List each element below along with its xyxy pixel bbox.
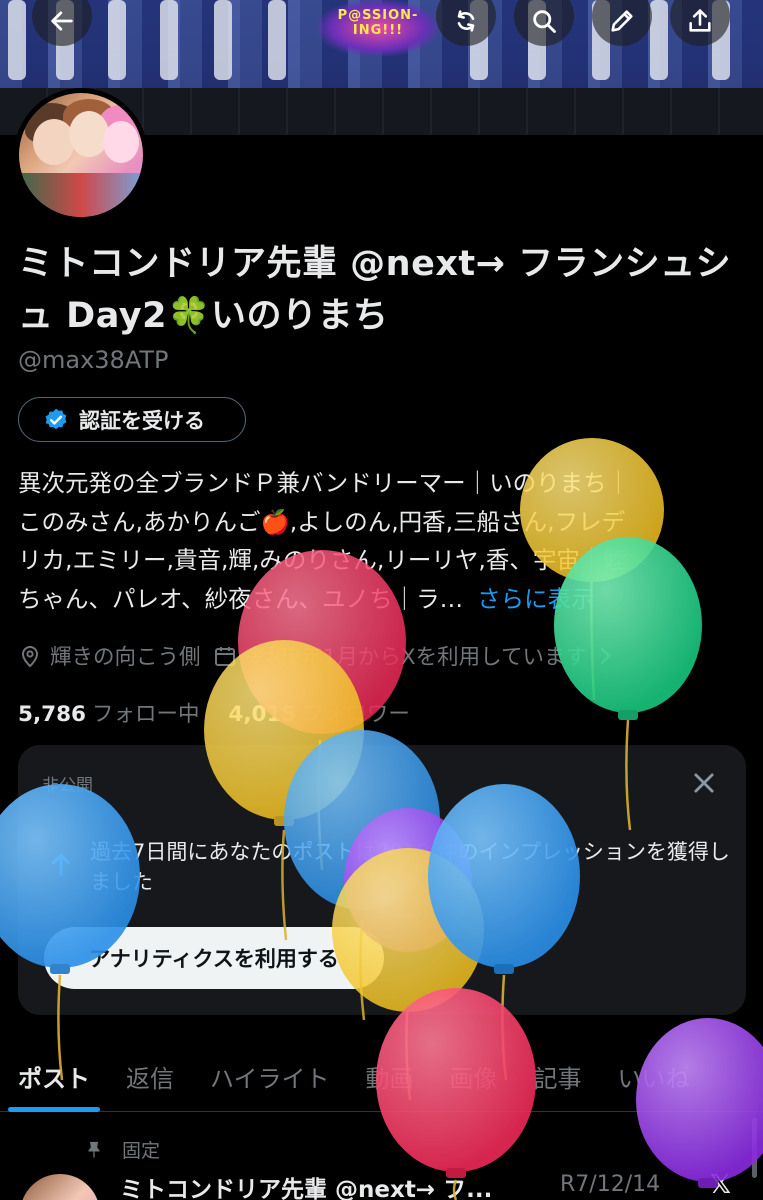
following-label: フォロー中 [92,702,200,727]
pinned-indicator: 固定 [84,1136,160,1163]
search-icon [533,10,556,33]
pinned-label: 固定 [122,1140,161,1162]
follow-stats: 5,786 フォロー中 4,015 フォロワー [18,697,410,728]
banner-performer [268,0,286,80]
profile-meta: 輝きの向こう側 令和2年1月からXを利用しています [18,640,738,671]
joined-date-text: 令和2年1月からXを利用しています [244,645,587,670]
followers-link[interactable]: 4,015 フォロワー [228,702,410,727]
calendar-icon [214,646,235,666]
bio-line: 異次元発の全ブランドＰ兼バンドリーマー｜いのりまち｜ [18,469,631,497]
trend-up-arrow-icon [52,853,70,876]
location-pin-icon [21,645,39,667]
impressions-message: 過去7日間にあなたのポストは7019 件のインプレッションを獲得しました [90,840,730,894]
tab-videos[interactable]: 動画 [348,1040,432,1112]
close-icon[interactable] [690,769,718,797]
show-more-link[interactable]: さらに表示 [477,585,595,613]
bio-line: ちゃん、パレオ、紗夜さん、ユノち｜ラ… さらに表示 [18,580,746,619]
private-label: 非公開 [42,776,93,796]
get-verified-label: 認証を受ける [79,408,205,433]
sync-icon [457,10,475,32]
following-count: 5,786 [18,702,87,727]
scrollbar[interactable] [752,1118,757,1178]
bio-line-text: ちゃん、パレオ、紗夜さん、ユノち｜ラ… [18,584,464,613]
tab-posts[interactable]: ポスト [0,1040,108,1112]
profile-bio: 異次元発の全ブランドＰ兼バンドリーマー｜いのりまち｜ このみさん,あかりんご🍎,… [18,464,746,618]
user-handle: @max38ATP [18,346,169,374]
followers-label: フォロワー [302,702,410,727]
clover-emoji: 🍀 [166,296,212,336]
post-author-avatar[interactable] [20,1174,100,1200]
profile-avatar[interactable] [14,88,148,222]
get-verified-button[interactable]: 認証を受ける [18,397,246,442]
tab-articles[interactable]: 記事 [516,1040,600,1112]
post-date: R7/12/14 [560,1172,661,1197]
private-analytics-card: 非公開 過去7日間にあなたのポストは7019 件のインプレッションを獲得しました… [18,745,746,1015]
tab-images[interactable]: 画像 [432,1040,516,1112]
avatar-image [19,93,143,217]
tab-highlights[interactable]: ハイライト [192,1040,348,1112]
verified-badge-icon [45,408,67,429]
chevron-right-icon[interactable] [593,644,617,668]
tab-replies[interactable]: 返信 [108,1040,192,1112]
bio-line: リカ,エミリー,貴音,輝,みのりさん,リーリヤ,香、宇宙｜睦 [18,546,627,574]
share-icon [689,9,711,32]
use-analytics-button[interactable]: アナリティクスを利用する [44,927,384,989]
profile-tabs: ポスト 返信 ハイライト 動画 画像 記事 いいね [0,1040,763,1112]
followers-count: 4,015 [228,702,297,727]
post-author-name[interactable]: ミトコンドリア先輩 @next→ フ... [120,1170,540,1200]
x-logo-icon: 𝕏 [710,1170,731,1200]
bio-line: このみさん,あかりんご🍎,よしのん,円香,三船さん,フレデ [18,507,626,536]
tab-likes[interactable]: いいね [600,1040,708,1112]
banner-performer [650,0,668,80]
back-arrow-icon [51,11,73,31]
location-text: 輝きの向こう側 [50,645,201,670]
pin-icon [88,1141,100,1157]
display-name: ミトコンドリア先輩 @next→ フランシュシュ Day2🍀いのりまち [18,238,748,342]
banner-performer [8,0,26,80]
banner-logo-text: P@SSION-ING!!! [337,8,419,38]
banner-performer [108,0,126,80]
display-name-suffix: いのりまち [211,296,389,336]
following-link[interactable]: 5,786 フォロー中 [18,702,200,727]
banner-performer [214,0,232,80]
edit-icon [611,10,633,32]
banner-performer [160,0,178,80]
